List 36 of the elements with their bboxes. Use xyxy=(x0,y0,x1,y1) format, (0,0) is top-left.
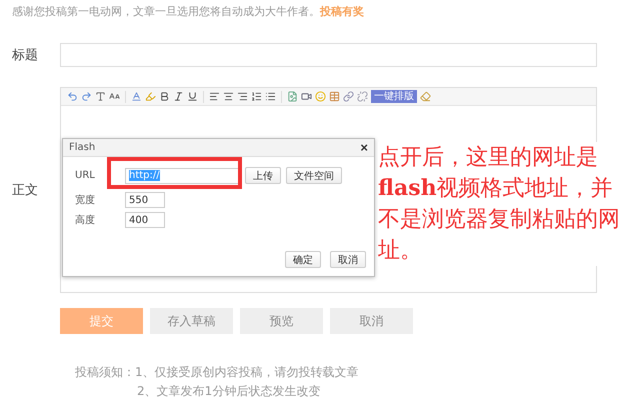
link-icon[interactable] xyxy=(343,91,354,102)
file-icon[interactable] xyxy=(287,91,298,102)
unlink-icon[interactable] xyxy=(357,91,368,102)
table-icon[interactable] xyxy=(329,91,340,102)
undo-icon[interactable] xyxy=(67,91,78,102)
upload-button[interactable]: 上传 xyxy=(245,167,281,184)
input-field[interactable]: 400 xyxy=(125,212,165,228)
font-size-icon[interactable] xyxy=(109,91,120,102)
bullet-list-icon[interactable] xyxy=(265,91,276,102)
intro-text: 感谢您投稿第一电动网，文章一旦选用您将自动成为大牛作者。投稿有奖 xyxy=(12,4,365,19)
align-right-icon[interactable] xyxy=(237,91,248,102)
close-button[interactable]: × xyxy=(360,141,368,154)
input-field[interactable]: 550 xyxy=(125,192,165,208)
field-label: 高度 xyxy=(75,214,96,227)
font-family-icon[interactable] xyxy=(95,91,106,102)
notice-text: 投稿须知：1、仅接受原创内容投稿，请勿投转载文章 xyxy=(75,364,360,381)
font-color-icon[interactable] xyxy=(131,91,142,102)
dialog-title: Flash xyxy=(69,142,96,153)
redo-icon[interactable] xyxy=(81,91,92,102)
align-left-icon[interactable] xyxy=(209,91,220,102)
field-label: 宽度 xyxy=(75,194,96,207)
underline-icon[interactable] xyxy=(187,91,198,102)
video-icon[interactable] xyxy=(301,91,312,102)
ok-button[interactable]: 确定 xyxy=(285,251,321,268)
file-space-button[interactable]: 文件空间 xyxy=(286,167,342,184)
title-label: 标题 xyxy=(12,47,39,64)
ordered-list-icon[interactable] xyxy=(251,91,262,102)
title-field[interactable] xyxy=(60,43,597,67)
auto-format-button[interactable]: 一键排版 xyxy=(371,90,417,103)
notice-text: 2、文章发布1分钟后状态发生改变 xyxy=(136,383,322,400)
cancel-button[interactable]: 取消 xyxy=(330,251,366,268)
italic-icon[interactable] xyxy=(173,91,184,102)
field-label: URL xyxy=(75,170,96,181)
align-center-icon[interactable] xyxy=(223,91,234,102)
body-label: 正文 xyxy=(12,182,39,199)
bold-icon[interactable] xyxy=(159,91,170,102)
